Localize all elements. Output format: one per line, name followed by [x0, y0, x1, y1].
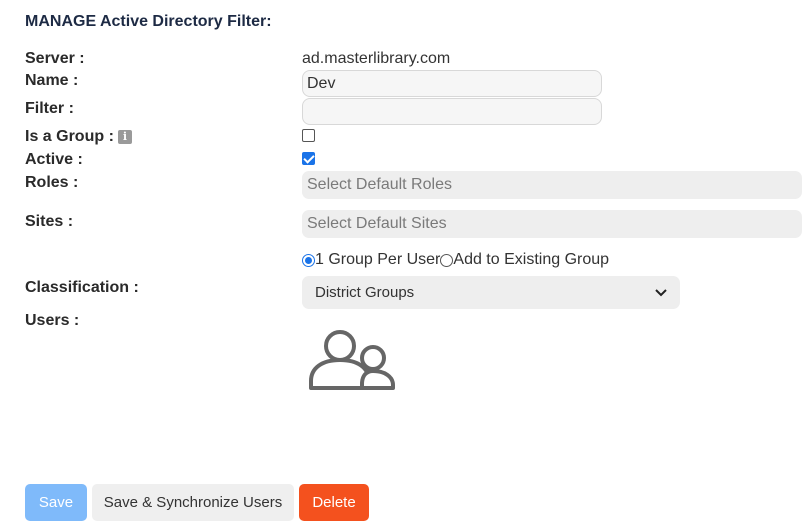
one-group-per-user-label[interactable]: 1 Group Per User [315, 251, 440, 269]
group-mode-radio-group: 1 Group Per User Add to Existing Group [302, 251, 609, 269]
add-to-existing-group-radio[interactable] [440, 253, 454, 267]
add-to-existing-group-label[interactable]: Add to Existing Group [453, 251, 609, 269]
one-group-per-user-radio[interactable] [302, 253, 315, 267]
delete-button[interactable]: Delete [299, 484, 369, 521]
classification-selected-value: District Groups [315, 284, 415, 301]
active-label: Active : [25, 151, 83, 168]
chevron-down-icon [655, 288, 667, 296]
roles-placeholder: Select Default Roles [307, 176, 452, 193]
roles-label: Roles : [25, 174, 79, 191]
is-group-checkbox[interactable] [302, 129, 315, 142]
info-icon[interactable]: i [117, 130, 132, 144]
users-group-icon[interactable] [306, 326, 398, 392]
name-label: Name : [25, 72, 79, 89]
filter-label: Filter : [25, 100, 74, 117]
server-value: ad.masterlibrary.com [302, 50, 451, 67]
save-and-synchronize-users-button[interactable]: Save & Synchronize Users [92, 484, 294, 521]
sites-multiselect[interactable]: Select Default Sites [302, 210, 802, 238]
classification-select[interactable]: District Groups [302, 276, 680, 309]
users-label: Users : [25, 312, 80, 329]
roles-multiselect[interactable]: Select Default Roles [302, 171, 802, 199]
filter-input[interactable] [302, 98, 602, 125]
page-title: MANAGE Active Directory Filter: [25, 13, 272, 30]
sites-placeholder: Select Default Sites [307, 215, 447, 232]
name-input[interactable] [302, 70, 602, 97]
active-checkbox[interactable] [302, 152, 315, 165]
is-group-label-row: Is a Group :i [25, 128, 132, 146]
save-button[interactable]: Save [25, 484, 87, 521]
classification-label: Classification : [25, 279, 139, 296]
is-group-label: Is a Group : [25, 128, 114, 145]
server-label: Server : [25, 50, 85, 67]
sites-label: Sites : [25, 213, 74, 230]
